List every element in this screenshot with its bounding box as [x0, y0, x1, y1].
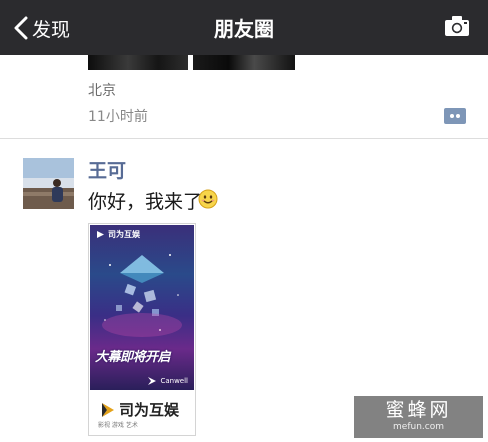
avatar-photo [23, 158, 74, 209]
username[interactable]: 王可 [88, 156, 126, 183]
poster-brand-text: 司为互娱 [108, 230, 140, 239]
camera-button[interactable] [444, 15, 470, 41]
post-image[interactable]: 司为互娱 大幕即将开启 Canwell 司为互娱 影视 游戏 艺术 [88, 223, 196, 436]
comment-icon [450, 114, 454, 118]
post-photo[interactable] [88, 55, 188, 70]
poster-brand: 司为互娱 [96, 229, 140, 240]
poster-footer-logo: 司为互娱 [100, 399, 179, 420]
previous-post: 北京 11小时前 [0, 55, 488, 139]
poster-artwork: 司为互娱 大幕即将开启 Canwell [90, 225, 194, 390]
smile-emoji-icon [198, 189, 218, 209]
page-title: 朋友圈 [214, 17, 274, 41]
post-text: 你好，我来了 [88, 191, 203, 213]
brand-logo-icon [97, 231, 104, 238]
comment-icon [456, 114, 460, 118]
post-time: 11小时前 [88, 109, 148, 125]
poster-footer-brand: 司为互娱 [119, 401, 180, 419]
watermark-cn: 蜜蜂网 [385, 399, 452, 421]
post-photo[interactable] [193, 55, 295, 70]
post-location[interactable]: 北京 [88, 80, 116, 100]
canwell-logo-icon [148, 377, 157, 385]
watermark-en: mefun.com [393, 422, 444, 432]
top-navbar: 发现 朋友圈 [0, 0, 488, 55]
poster-canwell-text: Canwell [160, 377, 188, 385]
site-watermark: 蜜蜂网 mefun.com [354, 396, 483, 438]
poster-canwell: Canwell [147, 376, 188, 386]
brand-logo-icon [102, 402, 114, 417]
poster-footer: 司为互娱 影视 游戏 艺术 [90, 390, 194, 434]
poster-headline: 大幕即将开启 [95, 350, 171, 365]
poster-footer-sub: 影视 游戏 艺术 [98, 422, 138, 429]
avatar[interactable] [23, 158, 74, 209]
camera-icon [445, 16, 469, 36]
comment-button[interactable] [444, 108, 466, 124]
